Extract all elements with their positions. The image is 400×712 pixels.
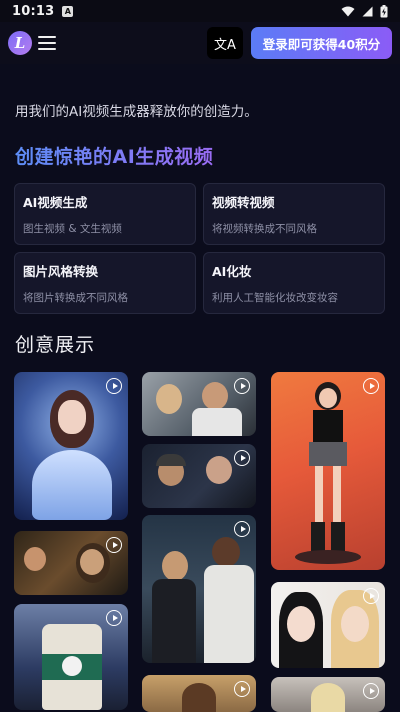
play-icon xyxy=(363,683,379,699)
feature-desc: 将图片转换成不同风格 xyxy=(23,292,128,304)
login-button[interactable]: 登录即可获得40积分 xyxy=(251,27,392,59)
page-title: 创建惊艳的AI生成视频 xyxy=(15,142,213,169)
feature-title: AI化妆 xyxy=(212,264,252,279)
showcase-title: 创意展示 xyxy=(15,334,96,356)
showcase-item[interactable] xyxy=(271,582,385,668)
showcase-item[interactable] xyxy=(271,372,385,570)
battery-icon xyxy=(380,4,388,17)
feature-desc: 图生视频 & 文生视频 xyxy=(23,223,122,235)
play-icon xyxy=(363,378,379,394)
status-bar: 10:13 A xyxy=(0,0,400,22)
play-icon xyxy=(234,378,250,394)
showcase-item[interactable] xyxy=(142,675,256,712)
notification-icon: A xyxy=(62,5,74,17)
feature-desc: 利用人工智能化妆改变妆容 xyxy=(212,292,338,304)
play-icon xyxy=(234,521,250,537)
play-icon xyxy=(106,610,122,626)
status-icons xyxy=(341,4,388,18)
wifi-icon xyxy=(341,6,355,16)
feature-title: 图片风格转换 xyxy=(23,264,99,279)
logo-letter: L xyxy=(14,34,26,52)
feature-card-video-to-video[interactable]: 视频转视频 将视频转换成不同风格 xyxy=(203,183,385,245)
feature-title: AI视频生成 xyxy=(23,195,88,210)
app-logo[interactable]: L xyxy=(8,31,32,55)
status-time: 10:13 xyxy=(12,3,55,19)
feature-title: 视频转视频 xyxy=(212,195,275,210)
feature-card-image-style[interactable]: 图片风格转换 将图片转换成不同风格 xyxy=(14,252,196,314)
app-header: L 文A 登录即可获得40积分 xyxy=(0,22,400,64)
showcase-item[interactable] xyxy=(14,531,128,595)
showcase-item[interactable] xyxy=(14,604,128,710)
feature-desc: 将视频转换成不同风格 xyxy=(212,223,317,235)
play-icon xyxy=(106,378,122,394)
showcase-item[interactable] xyxy=(142,372,256,436)
menu-icon[interactable] xyxy=(38,36,56,50)
translate-button[interactable]: 文A xyxy=(207,27,243,59)
showcase-item[interactable] xyxy=(14,372,128,520)
play-icon xyxy=(234,681,250,697)
feature-card-ai-video[interactable]: AI视频生成 图生视频 & 文生视频 xyxy=(14,183,196,245)
page-subtitle: 用我们的AI视频生成器释放你的创造力。 xyxy=(15,104,258,120)
signal-icon xyxy=(362,6,373,16)
play-icon xyxy=(234,450,250,466)
showcase-item[interactable] xyxy=(142,515,256,663)
translate-icon: 文A xyxy=(214,37,236,53)
showcase-item[interactable] xyxy=(142,444,256,508)
play-icon xyxy=(106,537,122,553)
feature-card-ai-makeup[interactable]: AI化妆 利用人工智能化妆改变妆容 xyxy=(203,252,385,314)
play-icon xyxy=(363,588,379,604)
showcase-item[interactable] xyxy=(271,677,385,712)
